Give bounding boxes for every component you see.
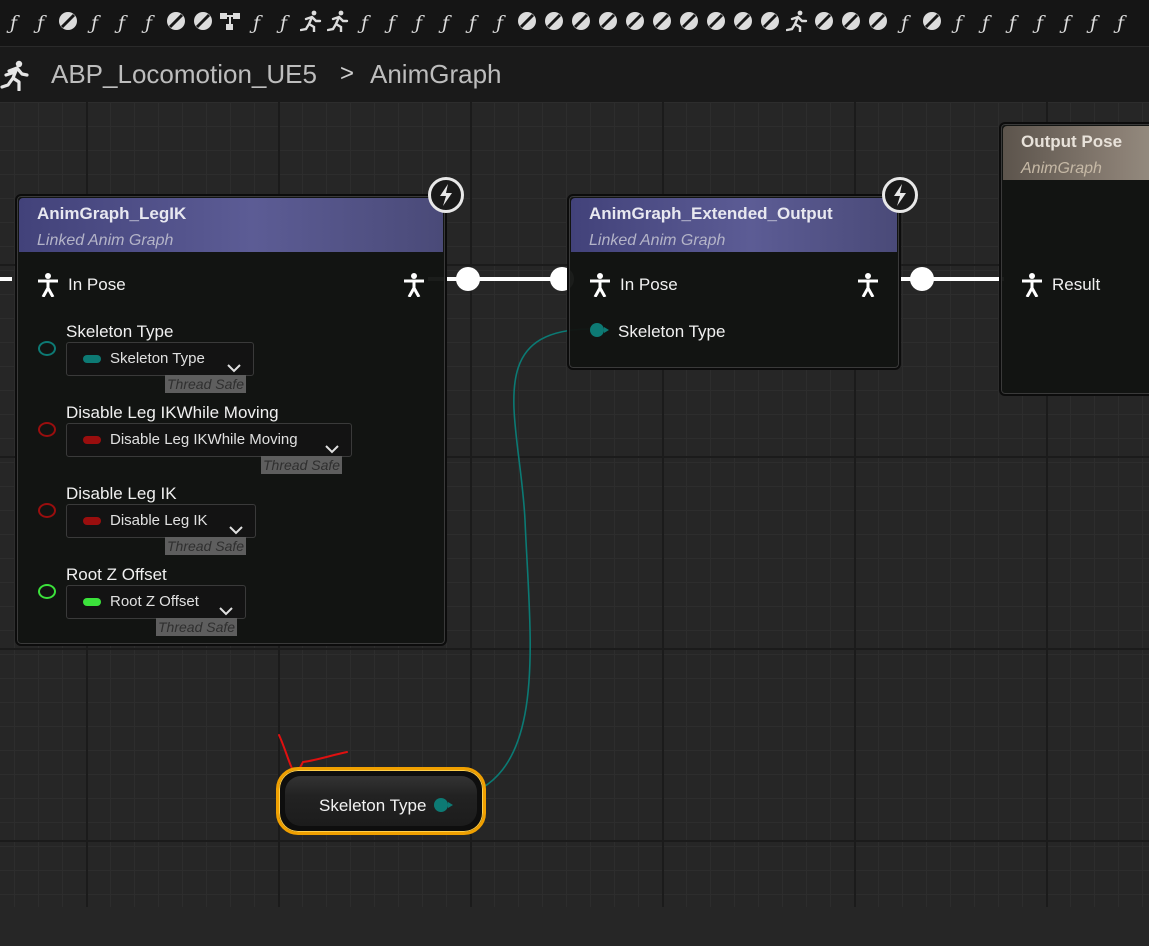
function-icon[interactable]: ƒ xyxy=(378,10,405,36)
param-label: Skeleton Type xyxy=(66,322,174,341)
param-label: Disable Leg IKWhile Moving xyxy=(66,403,279,422)
disabled-icon[interactable] xyxy=(162,10,189,36)
thread-safe-badge: Thread Safe xyxy=(156,618,238,636)
skeleton-type-dropdown[interactable]: Skeleton Type xyxy=(66,342,254,376)
pose-pin-icon[interactable] xyxy=(37,273,59,301)
function-icon[interactable]: ƒ xyxy=(486,10,513,36)
function-icon[interactable]: ƒ xyxy=(459,10,486,36)
anim-blueprint-icon xyxy=(0,59,30,95)
node-subtitle: Linked Anim Graph xyxy=(589,232,726,249)
node-subtitle: Linked Anim Graph xyxy=(37,232,174,249)
node-animgraph-legik[interactable]: AnimGraph_LegIK Linked Anim Graph In Pos… xyxy=(15,194,447,646)
node-title: Output Pose xyxy=(1021,132,1123,151)
function-icon[interactable]: ƒ xyxy=(243,10,270,36)
disabled-icon[interactable] xyxy=(540,10,567,36)
result-label: Result xyxy=(1052,275,1101,294)
function-icon[interactable]: ƒ xyxy=(405,10,432,36)
fast-path-lightning-icon xyxy=(428,177,464,213)
pose-output-pin-icon[interactable] xyxy=(403,273,425,301)
enum-output-pin[interactable] xyxy=(433,797,455,817)
breadcrumb-separator: > xyxy=(340,60,355,87)
bool-pin-disable-leg-ik[interactable] xyxy=(38,503,56,518)
toolbar: ƒƒƒƒƒƒƒƒƒƒƒƒƒƒƒƒƒƒƒƒƒ xyxy=(0,0,1149,46)
node-header[interactable]: AnimGraph_LegIK Linked Anim Graph xyxy=(19,198,443,252)
pose-output-pin-icon[interactable] xyxy=(857,273,879,301)
disabled-icon[interactable] xyxy=(756,10,783,36)
node-title: AnimGraph_LegIK xyxy=(37,204,187,223)
function-icon[interactable]: ƒ xyxy=(1053,10,1080,36)
bool-pin-disable-leg-ik-while-moving[interactable] xyxy=(38,422,56,437)
disabled-icon[interactable] xyxy=(54,10,81,36)
function-icon[interactable]: ƒ xyxy=(432,10,459,36)
disabled-icon[interactable] xyxy=(837,10,864,36)
disabled-icon[interactable] xyxy=(621,10,648,36)
skeleton-type-variable-node[interactable]: Skeleton Type xyxy=(276,767,486,835)
fast-path-lightning-icon xyxy=(882,177,918,213)
function-icon[interactable]: ƒ xyxy=(351,10,378,36)
disable-leg-ik-while-moving-dropdown[interactable]: Disable Leg IKWhile Moving xyxy=(66,423,352,457)
variable-label: Skeleton Type xyxy=(319,796,427,815)
disable-leg-ik-dropdown[interactable]: Disable Leg IK xyxy=(66,504,256,538)
breadcrumb: ABP_Locomotion_UE5 > AnimGraph xyxy=(0,46,1149,103)
thread-safe-badge: Thread Safe xyxy=(261,456,343,474)
function-icon[interactable]: ƒ xyxy=(270,10,297,36)
function-icon[interactable]: ƒ xyxy=(891,10,918,36)
param-label: Root Z Offset xyxy=(66,565,167,584)
disabled-icon[interactable] xyxy=(810,10,837,36)
node-output-pose[interactable]: Output Pose AnimGraph Result xyxy=(999,122,1149,396)
skeleton-type-label: Skeleton Type xyxy=(618,322,726,341)
disabled-icon[interactable] xyxy=(918,10,945,36)
function-icon[interactable]: ƒ xyxy=(999,10,1026,36)
disabled-icon[interactable] xyxy=(567,10,594,36)
disabled-icon[interactable] xyxy=(675,10,702,36)
pose-pin-icon[interactable] xyxy=(1021,273,1043,301)
function-icon[interactable]: ƒ xyxy=(81,10,108,36)
pose-pin-icon[interactable] xyxy=(589,273,611,301)
running-icon[interactable] xyxy=(297,10,324,36)
thread-safe-badge: Thread Safe xyxy=(165,375,247,393)
param-label: Disable Leg IK xyxy=(66,484,177,503)
function-icon[interactable]: ƒ xyxy=(0,10,27,36)
disabled-icon[interactable] xyxy=(864,10,891,36)
disabled-icon[interactable] xyxy=(189,10,216,36)
function-icon[interactable]: ƒ xyxy=(945,10,972,36)
float-pin-root-z-offset[interactable] xyxy=(38,584,56,599)
disabled-icon[interactable] xyxy=(648,10,675,36)
graph-icon[interactable] xyxy=(216,10,243,36)
function-icon[interactable]: ƒ xyxy=(972,10,999,36)
disabled-icon[interactable] xyxy=(729,10,756,36)
disabled-icon[interactable] xyxy=(513,10,540,36)
enum-pin-skeleton-type[interactable] xyxy=(38,341,56,356)
function-icon[interactable]: ƒ xyxy=(108,10,135,36)
function-icon[interactable]: ƒ xyxy=(27,10,54,36)
graph-watermark xyxy=(915,866,936,946)
node-header[interactable]: Output Pose AnimGraph xyxy=(1003,126,1149,180)
function-icon[interactable]: ƒ xyxy=(1026,10,1053,36)
running-icon[interactable] xyxy=(783,10,810,36)
node-header[interactable]: AnimGraph_Extended_Output Linked Anim Gr… xyxy=(571,198,897,252)
function-icon[interactable]: ƒ xyxy=(1080,10,1107,36)
disabled-icon[interactable] xyxy=(702,10,729,36)
enum-pin-connected[interactable] xyxy=(589,322,611,342)
in-pose-label: In Pose xyxy=(68,275,126,294)
function-icon[interactable]: ƒ xyxy=(1107,10,1134,36)
breadcrumb-graph[interactable]: AnimGraph xyxy=(370,59,502,90)
in-pose-label: In Pose xyxy=(620,275,678,294)
thread-safe-badge: Thread Safe xyxy=(165,537,247,555)
breadcrumb-blueprint[interactable]: ABP_Locomotion_UE5 xyxy=(51,59,317,90)
running-icon[interactable] xyxy=(324,10,351,36)
function-icon[interactable]: ƒ xyxy=(135,10,162,36)
node-subtitle: AnimGraph xyxy=(1021,160,1102,177)
node-animgraph-extended-output[interactable]: AnimGraph_Extended_Output Linked Anim Gr… xyxy=(567,194,901,370)
disabled-icon[interactable] xyxy=(594,10,621,36)
node-title: AnimGraph_Extended_Output xyxy=(589,204,833,223)
root-z-offset-dropdown[interactable]: Root Z Offset xyxy=(66,585,246,619)
